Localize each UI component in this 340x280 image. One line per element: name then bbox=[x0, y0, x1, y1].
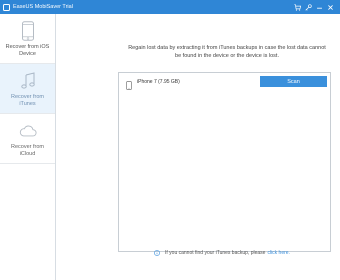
backup-list-panel: iPhone 7 (7.95 GB) Scan bbox=[118, 72, 331, 252]
sidebar-item-itunes[interactable]: Recover from iTunes bbox=[0, 64, 55, 114]
scan-button[interactable]: Scan bbox=[260, 76, 327, 87]
device-name: iPhone 7 (7.95 GB) bbox=[137, 78, 180, 85]
sidebar-item-ios-device[interactable]: Recover from iOS Device bbox=[0, 14, 55, 64]
phone-icon bbox=[126, 77, 132, 90]
minimize-icon[interactable] bbox=[314, 2, 325, 13]
cart-icon[interactable] bbox=[292, 2, 303, 13]
sidebar-item-icloud[interactable]: Recover from iCloud bbox=[0, 114, 55, 164]
phone-icon bbox=[19, 21, 37, 41]
click-here-link[interactable]: click here. bbox=[267, 250, 290, 256]
cloud-icon bbox=[19, 121, 37, 141]
sidebar-item-label: Recover from iOS Device bbox=[5, 44, 50, 57]
music-note-icon bbox=[19, 71, 37, 91]
app-logo-icon bbox=[3, 3, 10, 11]
page-description: Regain lost data by extracting it from i… bbox=[128, 45, 326, 59]
title-bar: EaseUS MobiSaver Trial bbox=[0, 0, 340, 14]
sidebar: Recover from iOS Device Recover from iTune… bbox=[0, 14, 56, 280]
sidebar-item-label: Recover from iTunes bbox=[10, 94, 44, 107]
close-icon[interactable] bbox=[325, 2, 336, 13]
main-content: Regain lost data by extracting it from i… bbox=[57, 14, 340, 280]
sidebar-item-label: Recover from iCloud bbox=[10, 144, 44, 157]
key-icon[interactable] bbox=[303, 2, 314, 13]
window-title: EaseUS MobiSaver Trial bbox=[13, 4, 73, 10]
footer-text: If you cannot find your iTunes backup, p… bbox=[165, 250, 266, 256]
window-controls bbox=[292, 2, 336, 13]
footer-hint: If you cannot find your iTunes backup, p… bbox=[154, 249, 290, 257]
info-icon bbox=[154, 250, 160, 256]
